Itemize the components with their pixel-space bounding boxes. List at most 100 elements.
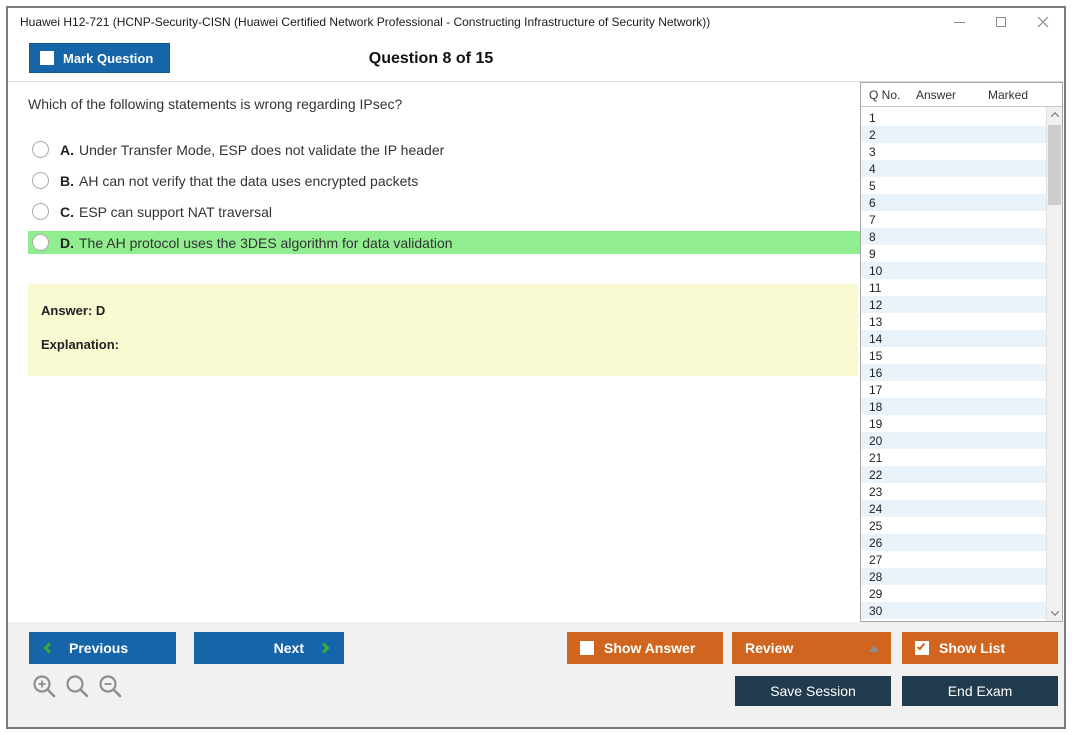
question-list-row[interactable]: 20 [861,432,1046,449]
minimize-button[interactable] [938,8,980,36]
option-text: Under Transfer Mode, ESP does not valida… [79,141,445,158]
question-list-row[interactable]: 7 [861,211,1046,228]
question-list-row[interactable]: 4 [861,160,1046,177]
option-b[interactable]: B. AH can not verify that the data uses … [28,169,860,192]
save-session-label: Save Session [770,683,856,699]
minimize-icon [953,21,965,23]
save-session-button[interactable]: Save Session [735,676,891,706]
radio-icon[interactable] [32,203,49,220]
answer-label: Answer: D [41,303,106,318]
question-list-row[interactable]: 15 [861,347,1046,364]
question-list-row[interactable]: 25 [861,517,1046,534]
show-list-button[interactable]: Show List [902,632,1058,664]
option-d[interactable]: D. The AH protocol uses the 3DES algorit… [28,231,860,254]
question-list: 1 2 3 4 5 6 7 8 9 10 11 12 13 14 15 16 17 18 19 20 21 22 23 24 2… [861,107,1062,621]
question-list-row[interactable]: 9 [861,245,1046,262]
question-list-row[interactable]: 6 [861,194,1046,211]
zoom-out-button[interactable] [98,674,124,705]
title-bar: Huawei H12-721 (HCNP-Security-CISN (Huaw… [8,8,1064,36]
question-list-row[interactable]: 29 [861,585,1046,602]
question-list-row[interactable]: 17 [861,381,1046,398]
question-list-row[interactable]: 11 [861,279,1046,296]
explanation-label: Explanation: [41,337,120,352]
question-list-row[interactable]: 10 [861,262,1046,279]
zoom-tools [32,674,124,705]
question-list-row[interactable]: 26 [861,534,1046,551]
previous-button[interactable]: Previous [29,632,176,664]
chevron-up-icon [1050,112,1060,121]
option-a[interactable]: A. Under Transfer Mode, ESP does not val… [28,138,860,161]
question-list-row[interactable]: 28 [861,568,1046,585]
options-list: A. Under Transfer Mode, ESP does not val… [28,138,860,254]
footer-bar: Previous Next Show Answer Review Show Li… [8,622,1064,727]
column-answer: Answer [916,87,957,102]
maximize-button[interactable] [980,8,1022,36]
zoom-in-button[interactable] [32,674,58,705]
scrollbar-thumb[interactable] [1048,125,1061,205]
triangle-up-icon [869,645,879,652]
option-text: The AH protocol uses the 3DES algorithm … [79,234,453,251]
question-list-row[interactable]: 13 [861,313,1046,330]
question-list-panel: Q No. Answer Marked 1 2 3 4 5 6 7 8 9 10 11 12 13 14 1… [860,82,1063,622]
option-letter: C. [60,203,74,220]
column-qno: Q No. [869,87,901,102]
question-list-row[interactable]: 22 [861,466,1046,483]
scroll-up-button[interactable] [1047,107,1062,123]
question-list-row[interactable]: 18 [861,398,1046,415]
checkmark-icon [916,641,926,651]
option-letter: B. [60,172,74,189]
scroll-down-button[interactable] [1047,605,1062,621]
window-title: Huawei H12-721 (HCNP-Security-CISN (Huaw… [20,15,711,29]
zoom-in-icon [33,675,56,698]
magnifier-icon [66,675,89,698]
zoom-reset-button[interactable] [65,674,91,705]
question-list-row[interactable]: 2 [861,126,1046,143]
radio-icon[interactable] [32,234,49,251]
question-list-row[interactable]: 5 [861,177,1046,194]
show-answer-label: Show Answer [604,640,696,656]
show-answer-button[interactable]: Show Answer [567,632,723,664]
question-counter: Question 8 of 15 [368,50,494,67]
radio-icon[interactable] [32,172,49,189]
question-panel: Which of the following statements is wro… [8,82,860,622]
question-list-row[interactable]: 8 [861,228,1046,245]
header-bar: Mark Question Question 8 of 15 [8,36,1064,82]
question-list-row[interactable]: 3 [861,143,1046,160]
next-label: Next [273,640,304,656]
zoom-out-icon [99,675,122,698]
question-list-scrollbar[interactable] [1046,107,1062,621]
question-list-rows: 1 2 3 4 5 6 7 8 9 10 11 12 13 14 15 16 17 18 19 20 21 22 23 24 2… [861,109,1046,619]
close-button[interactable] [1022,8,1064,36]
chevron-down-icon [1050,607,1060,616]
question-list-row[interactable]: 24 [861,500,1046,517]
option-letter: A. [60,141,74,158]
question-list-row[interactable]: 16 [861,364,1046,381]
maximize-icon [996,17,1006,27]
option-text: AH can not verify that the data uses enc… [79,172,419,189]
close-icon [1037,16,1049,28]
column-marked: Marked [988,87,1029,102]
previous-label: Previous [69,640,129,656]
option-c[interactable]: C. ESP can support NAT traversal [28,200,860,223]
show-list-checkbox-icon[interactable] [915,641,929,655]
question-list-row[interactable]: 30 [861,602,1046,619]
review-label: Review [745,640,794,656]
question-list-row[interactable]: 23 [861,483,1046,500]
question-text: Which of the following statements is wro… [28,96,403,112]
chevron-right-icon [318,642,330,654]
question-list-row[interactable]: 19 [861,415,1046,432]
end-exam-label: End Exam [947,683,1013,699]
window-controls [938,8,1064,36]
answer-box: Answer: D Explanation: [28,284,858,376]
show-answer-checkbox-icon[interactable] [580,641,594,655]
end-exam-button[interactable]: End Exam [902,676,1058,706]
question-list-row[interactable]: 14 [861,330,1046,347]
question-list-row[interactable]: 27 [861,551,1046,568]
option-letter: D. [60,234,74,251]
question-list-row[interactable]: 12 [861,296,1046,313]
review-dropdown-button[interactable]: Review [732,632,891,664]
question-list-row[interactable]: 21 [861,449,1046,466]
question-list-row[interactable]: 1 [861,109,1046,126]
radio-icon[interactable] [32,141,49,158]
next-button[interactable]: Next [194,632,344,664]
